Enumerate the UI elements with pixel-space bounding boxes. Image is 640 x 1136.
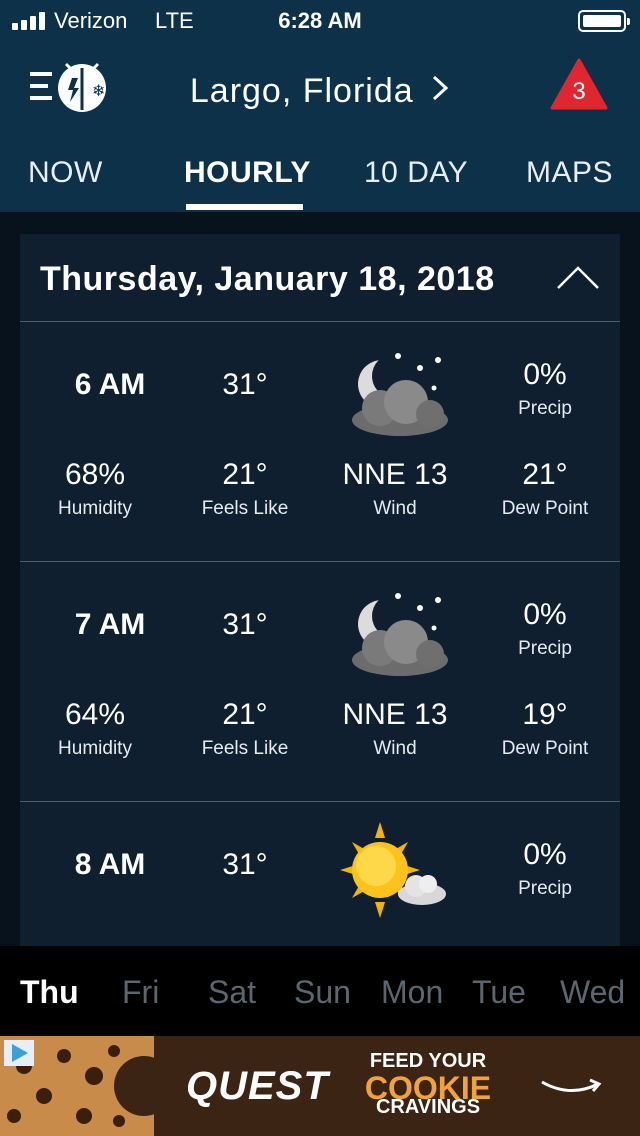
humidity-value: 68% xyxy=(64,458,126,491)
hour-temperature: 31° xyxy=(222,848,268,881)
active-tab-indicator xyxy=(186,204,303,210)
feels-like-value: 21° xyxy=(222,698,268,731)
feels-like-cell: 21° Feels Like xyxy=(170,698,320,760)
day-tab-tue[interactable]: Tue xyxy=(472,974,526,1011)
ad-headline-3: CRAVINGS xyxy=(375,1096,481,1118)
date-title: Thursday, January 18, 2018 xyxy=(40,260,495,298)
wind-label: Wind xyxy=(373,498,417,519)
dew-point-value: 21° xyxy=(522,458,568,491)
dew-point-cell: 21° Dew Point xyxy=(470,458,620,520)
day-tab-wed[interactable]: Wed xyxy=(560,974,625,1011)
ad-choices-icon[interactable] xyxy=(4,1040,34,1066)
ad-banner[interactable]: QUEST FEED YOUR COOKIE CRAVINGS xyxy=(0,1036,640,1136)
night-partly-cloudy-icon xyxy=(352,593,448,676)
hour-time: 7 AM xyxy=(74,608,146,641)
hour-temperature: 31° xyxy=(222,368,268,401)
precip-label: Precip xyxy=(518,878,572,899)
dew-point-value: 19° xyxy=(522,698,568,731)
precip-value: 0% xyxy=(523,598,567,631)
feels-like-cell: 21° Feels Like xyxy=(170,458,320,520)
ad-brand-logo: QUEST xyxy=(186,1064,329,1108)
status-bar: Verizon LTE 6:28 AM xyxy=(0,0,640,40)
day-tab-sat[interactable]: Sat xyxy=(208,974,256,1011)
humidity-cell: 64% Humidity xyxy=(20,698,170,760)
dew-point-label: Dew Point xyxy=(501,738,589,759)
precip-cell: 0% Precip xyxy=(470,598,620,660)
status-time: 6:28 AM xyxy=(278,8,362,33)
amazon-smile-icon xyxy=(541,1078,602,1092)
day-panel: Thursday, January 18, 2018 6 AM 31° 0% P… xyxy=(20,234,620,946)
view-tabs: NOW HOURLY 10 DAY MAPS xyxy=(0,150,640,212)
tab-hourly[interactable]: HOURLY xyxy=(184,156,311,190)
hour-temperature: 31° xyxy=(222,608,268,641)
wind-value: NNE 13 xyxy=(342,458,448,491)
day-tab-sun[interactable]: Sun xyxy=(294,974,351,1011)
hourly-forecast-list[interactable]: Thursday, January 18, 2018 6 AM 31° 0% P… xyxy=(0,212,640,946)
chevron-up-icon[interactable] xyxy=(556,264,600,290)
day-tab-thu[interactable]: Thu xyxy=(20,974,79,1011)
tab-10-day[interactable]: 10 DAY xyxy=(364,156,468,190)
app-header: Verizon LTE 6:28 AM ❄ Largo, Florida 3 N… xyxy=(0,0,640,212)
hour-row[interactable]: 6 AM 31° 0% Precip 68% Humidity 21° Feel… xyxy=(20,322,620,562)
date-header[interactable]: Thursday, January 18, 2018 xyxy=(20,234,620,322)
feels-like-label: Feels Like xyxy=(201,738,289,759)
hour-time: 6 AM xyxy=(74,368,146,401)
battery-icon xyxy=(578,10,630,32)
feels-like-label: Feels Like xyxy=(201,498,289,519)
location-selector[interactable]: Largo, Florida xyxy=(0,72,640,111)
precip-label: Precip xyxy=(518,398,572,419)
night-partly-cloudy-icon xyxy=(352,353,448,436)
wind-value: NNE 13 xyxy=(342,698,448,731)
humidity-value: 64% xyxy=(64,698,126,731)
tab-now[interactable]: NOW xyxy=(28,156,103,190)
precip-cell: 0% Precip xyxy=(470,838,620,900)
precip-cell: 0% Precip xyxy=(470,358,620,420)
humidity-cell: 68% Humidity xyxy=(20,458,170,520)
sun-mostly-sunny-icon xyxy=(340,822,446,918)
day-selector: Thu Fri Sat Sun Mon Tue Wed xyxy=(0,946,640,1036)
wind-label: Wind xyxy=(373,738,417,759)
humidity-label: Humidity xyxy=(58,498,132,519)
precip-label: Precip xyxy=(518,638,572,659)
feels-like-value: 21° xyxy=(222,458,268,491)
chevron-right-icon xyxy=(430,72,450,111)
weather-alert-button[interactable]: 3 xyxy=(550,58,608,110)
location-name: Largo, Florida xyxy=(189,72,414,110)
precip-value: 0% xyxy=(523,838,567,871)
humidity-label: Humidity xyxy=(58,738,132,759)
alert-count: 3 xyxy=(572,78,586,105)
dew-point-cell: 19° Dew Point xyxy=(470,698,620,760)
hour-row[interactable]: 8 AM 31° 0% Precip xyxy=(20,802,620,946)
wind-cell: NNE 13 Wind xyxy=(320,458,470,520)
day-tab-fri[interactable]: Fri xyxy=(122,974,159,1011)
precip-value: 0% xyxy=(523,358,567,391)
hour-time: 8 AM xyxy=(74,848,146,881)
wind-cell: NNE 13 Wind xyxy=(320,698,470,760)
dew-point-label: Dew Point xyxy=(501,498,589,519)
tab-maps[interactable]: MAPS xyxy=(526,156,613,190)
hour-row[interactable]: 7 AM 31° 0% Precip 64% Humidity 21° Feel… xyxy=(20,562,620,802)
day-tab-mon[interactable]: Mon xyxy=(381,974,443,1011)
